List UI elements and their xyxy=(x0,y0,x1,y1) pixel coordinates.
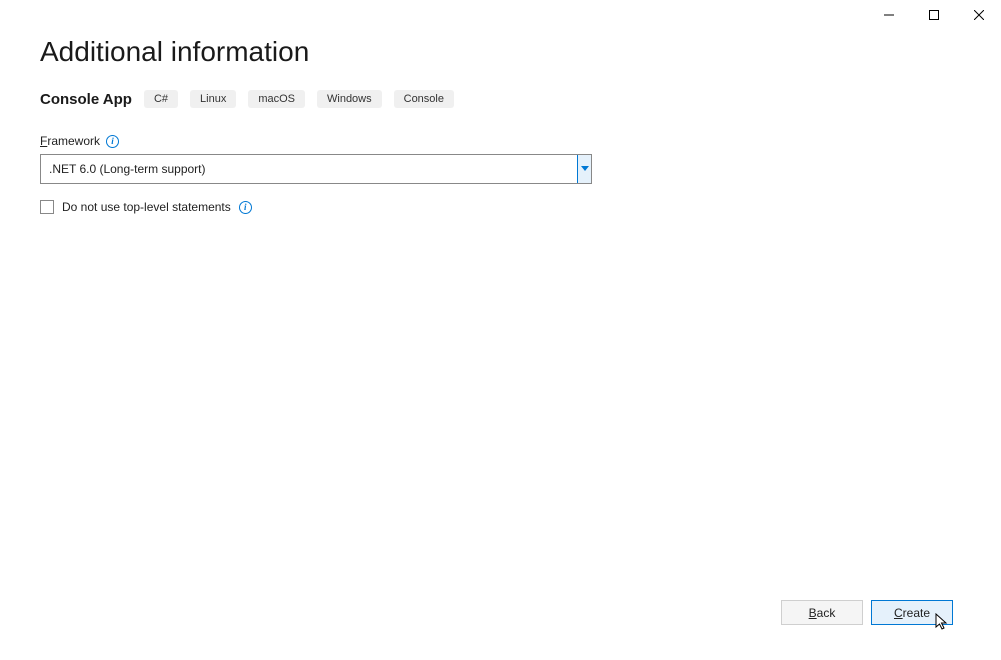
back-button[interactable]: Back xyxy=(781,600,863,625)
toplevel-checkbox-row[interactable]: Do not use top-level statements i xyxy=(40,200,961,214)
create-button[interactable]: Create xyxy=(871,600,953,625)
info-icon[interactable]: i xyxy=(106,135,119,148)
page-title: Additional information xyxy=(40,36,961,68)
maximize-button[interactable] xyxy=(911,0,956,30)
tag-console: Console xyxy=(394,90,454,108)
tag-macos: macOS xyxy=(248,90,305,108)
framework-label-text: Framework xyxy=(40,134,100,148)
minimize-button[interactable] xyxy=(866,0,911,30)
framework-select[interactable]: .NET 6.0 (Long-term support) xyxy=(40,154,592,184)
chevron-down-icon[interactable] xyxy=(577,155,591,183)
project-row: Console App C# Linux macOS Windows Conso… xyxy=(40,90,961,108)
tag-csharp: C# xyxy=(144,90,178,108)
window-controls xyxy=(866,0,1001,30)
info-icon[interactable]: i xyxy=(239,201,252,214)
tag-linux: Linux xyxy=(190,90,236,108)
tag-windows: Windows xyxy=(317,90,382,108)
toplevel-checkbox-label: Do not use top-level statements xyxy=(62,200,231,214)
close-button[interactable] xyxy=(956,0,1001,30)
footer-buttons: Back Create xyxy=(781,600,953,625)
framework-label: Framework i xyxy=(40,134,961,148)
toplevel-checkbox[interactable] xyxy=(40,200,54,214)
framework-selected-value: .NET 6.0 (Long-term support) xyxy=(41,155,577,183)
project-name: Console App xyxy=(40,91,132,108)
content-area: Additional information Console App C# Li… xyxy=(40,36,961,214)
